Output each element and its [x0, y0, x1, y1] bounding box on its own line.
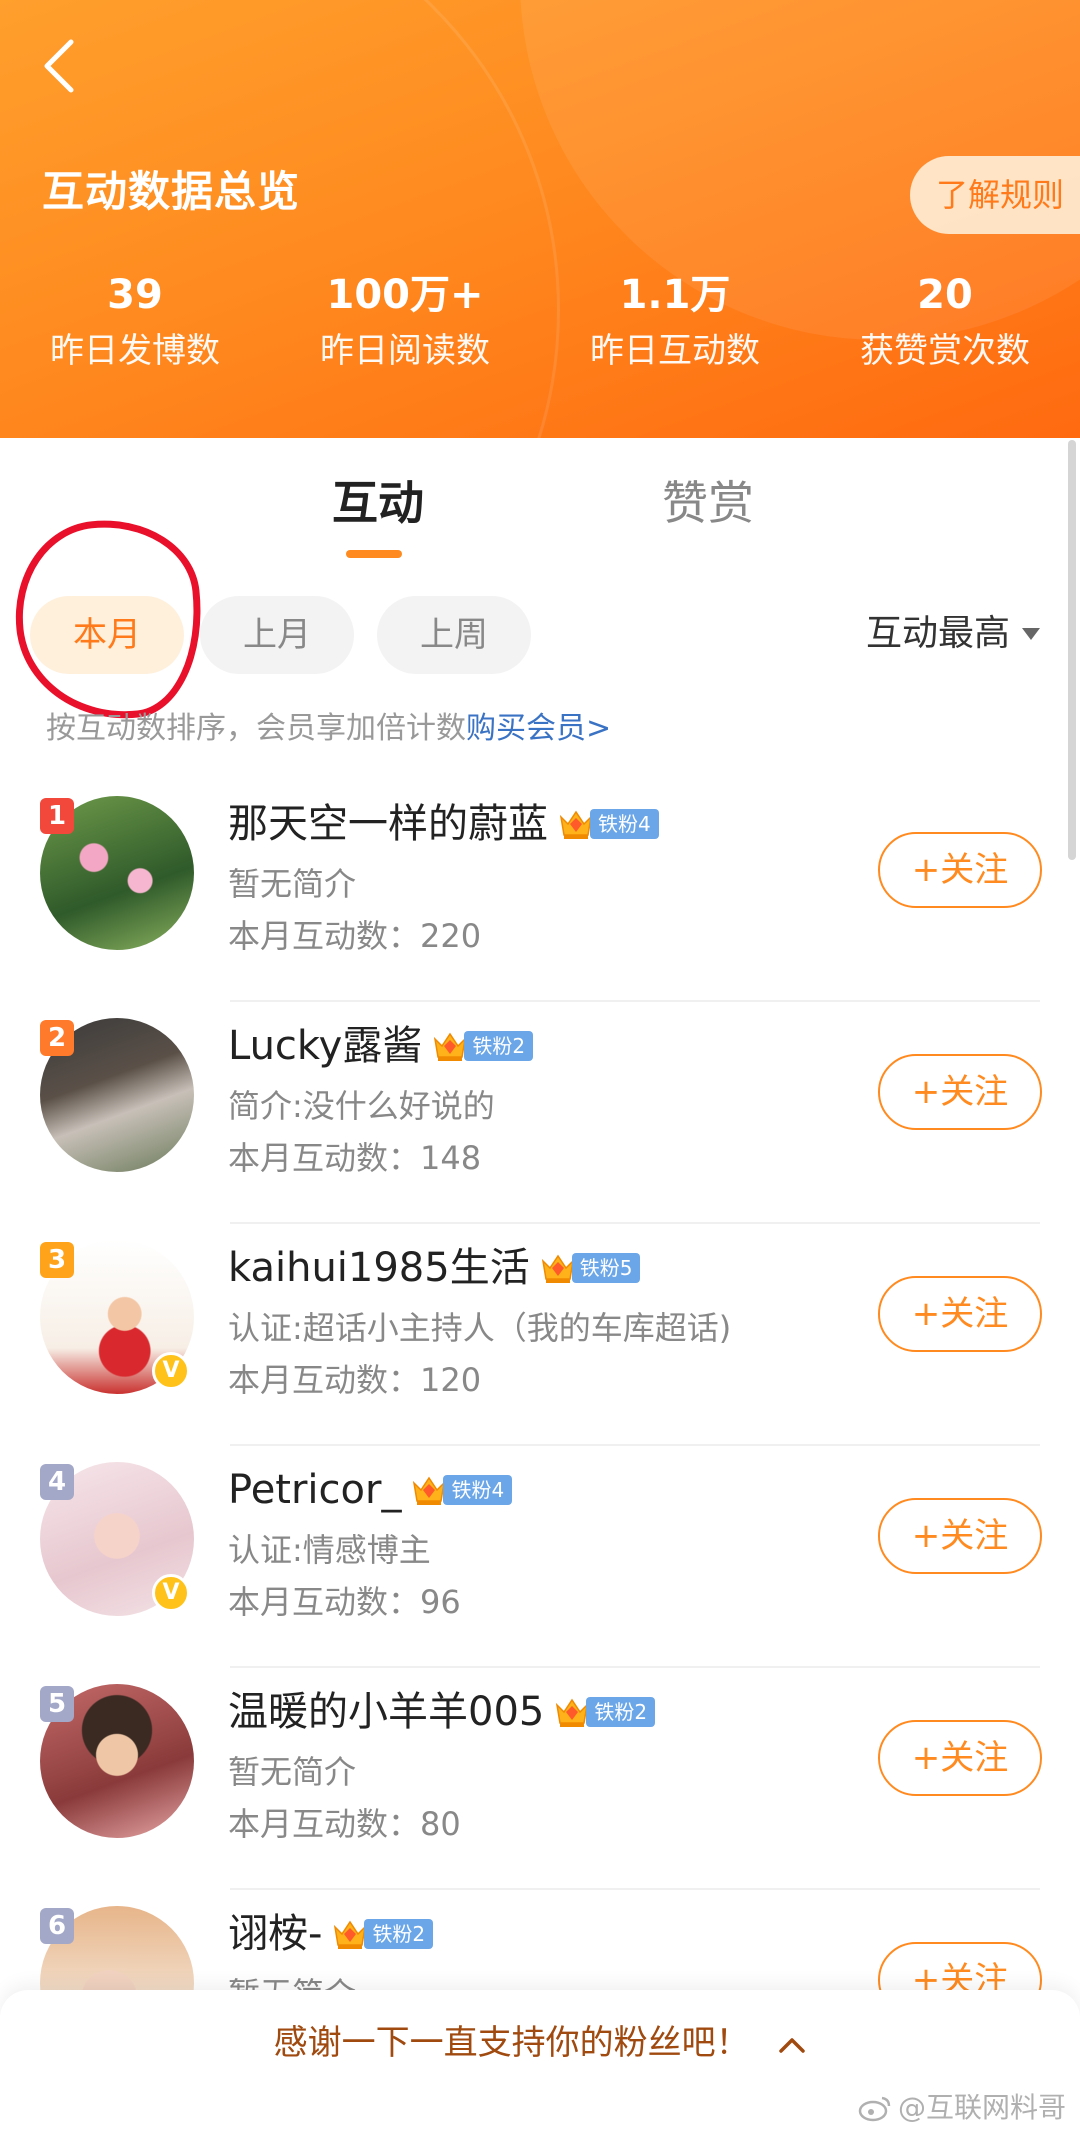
- rank-badge: 4: [40, 1464, 74, 1500]
- filter-last-week[interactable]: 上周: [377, 596, 531, 674]
- stat-value: 39: [107, 272, 163, 318]
- list-item[interactable]: 1 那天空一样的蔚蓝 铁粉4 暂无简介 本月互动数：220 +关注: [0, 780, 1080, 1002]
- follow-button[interactable]: +关注: [878, 1498, 1042, 1574]
- crown-icon: [434, 1032, 467, 1061]
- stat-label: 昨日阅读数: [320, 331, 490, 371]
- user-name[interactable]: 那天空一样的蔚蓝: [228, 794, 548, 854]
- fan-badge: 铁粉5: [540, 1251, 641, 1285]
- user-bio: 暂无简介: [228, 865, 357, 903]
- crown-icon: [413, 1476, 446, 1505]
- chevron-up-icon: [779, 2038, 806, 2053]
- user-bio: 认证:情感博主: [228, 1531, 431, 1569]
- name-line: Petricor_ 铁粉4: [228, 1460, 513, 1520]
- follow-button[interactable]: +关注: [878, 1720, 1042, 1796]
- stat-posts: 39 昨日发博数: [0, 270, 270, 376]
- thanks-text: 感谢一下一直支持你的粉丝吧！: [273, 2023, 750, 2063]
- sort-dropdown[interactable]: 互动最高: [866, 604, 1040, 664]
- follow-button[interactable]: +关注: [878, 1054, 1042, 1130]
- list-item[interactable]: 2 Lucky露酱 铁粉2 简介:没什么好说的 本月互动数：148 +关注: [0, 1002, 1080, 1224]
- stat-label: 昨日互动数: [590, 331, 760, 371]
- chevron-left-icon: [44, 39, 74, 93]
- crown-icon: [541, 1254, 574, 1283]
- rank-badge: 5: [40, 1686, 74, 1722]
- weibo-logo-icon: [858, 2096, 891, 2122]
- name-line: 温暖的小羊羊005 铁粉2: [228, 1682, 656, 1742]
- fan-level: 铁粉2: [586, 1697, 656, 1727]
- rank-badge: 2: [40, 1020, 74, 1056]
- triangle-down-icon: [1022, 628, 1040, 640]
- interaction-count: 本月互动数：120: [228, 1361, 482, 1399]
- crown-icon: [559, 810, 593, 839]
- follow-button[interactable]: +关注: [878, 832, 1042, 908]
- interaction-count: 本月互动数：220: [228, 917, 482, 955]
- user-name[interactable]: 温暖的小羊羊005: [228, 1682, 544, 1742]
- watermark-text: @互联网料哥: [897, 2091, 1066, 2124]
- stat-value: 100万+: [326, 272, 484, 318]
- tab-indicator: [346, 550, 402, 558]
- rank-badge: 3: [40, 1242, 74, 1278]
- interaction-count: 本月互动数：96: [228, 1583, 461, 1621]
- stat-label: 昨日发博数: [50, 331, 220, 371]
- follow-button[interactable]: +关注: [878, 1276, 1042, 1352]
- stat-label: 获赞赏次数: [860, 331, 1030, 371]
- fan-badge: 铁粉4: [411, 1473, 513, 1507]
- list-item[interactable]: 4 Petricor_ 铁粉4 认证:情感博主 本月互动数：96 +关注 V: [0, 1446, 1080, 1668]
- sort-label: 互动最高: [865, 613, 1010, 654]
- fan-level: 铁粉5: [571, 1253, 641, 1283]
- user-bio: 认证:超话小主持人（我的车库超话): [228, 1309, 732, 1347]
- tab-reward[interactable]: 赞赏: [662, 468, 754, 538]
- stats-row: 39 昨日发博数 100万+ 昨日阅读数 1.1万 昨日互动数 20 获赞赏次数: [0, 270, 1080, 376]
- fan-badge: 铁粉2: [332, 1917, 434, 1951]
- rules-button[interactable]: 了解规则: [910, 156, 1080, 234]
- user-name[interactable]: 诩桉-: [228, 1904, 322, 1964]
- name-line: 诩桉- 铁粉2: [228, 1904, 434, 1964]
- verified-icon: V: [152, 1352, 190, 1390]
- page-title: 互动数据总览: [42, 167, 301, 216]
- user-bio: 暂无简介: [228, 1753, 357, 1791]
- name-line: 那天空一样的蔚蓝 铁粉4: [228, 794, 659, 854]
- fan-badge: 铁粉2: [432, 1029, 534, 1063]
- watermark: @互联网料哥: [858, 2088, 1066, 2128]
- name-line: kaihui1985生活 铁粉5: [228, 1238, 641, 1298]
- rank-badge: 6: [40, 1908, 74, 1944]
- buy-membership-link[interactable]: 购买会员>: [466, 711, 611, 746]
- crown-icon: [334, 1920, 367, 1949]
- fan-level: 铁粉4: [590, 809, 659, 839]
- user-bio: 简介:没什么好说的: [228, 1087, 495, 1125]
- fan-level: 铁粉2: [464, 1031, 534, 1061]
- fan-list: 1 那天空一样的蔚蓝 铁粉4 暂无简介 本月互动数：220 +关注 2 Luck…: [0, 780, 1080, 2112]
- hint-text: 按互动数排序，会员享加倍计数: [46, 711, 466, 746]
- sort-hint: 按互动数排序，会员享加倍计数购买会员>: [46, 706, 611, 752]
- fan-level: 铁粉2: [364, 1919, 434, 1949]
- user-name[interactable]: Petricor_: [228, 1460, 401, 1520]
- list-item[interactable]: 3 kaihui1985生活 铁粉5 认证:超话小主持人（我的车库超话) 本月互…: [0, 1224, 1080, 1446]
- user-name[interactable]: kaihui1985生活: [228, 1238, 530, 1298]
- verified-icon: V: [152, 1574, 190, 1612]
- user-name[interactable]: Lucky露酱: [228, 1016, 422, 1076]
- bottom-bar: 感谢一下一直支持你的粉丝吧！ @互联网料哥: [0, 1990, 1080, 2136]
- back-button[interactable]: [28, 36, 88, 96]
- fan-badge: 铁粉4: [558, 807, 659, 841]
- fan-level: 铁粉4: [443, 1475, 513, 1505]
- filter-last-month[interactable]: 上月: [200, 596, 354, 674]
- stat-interactions: 1.1万 昨日互动数: [540, 270, 810, 376]
- header-banner: 互动数据总览 了解规则 39 昨日发博数 100万+ 昨日阅读数 1.1万 昨日…: [0, 0, 1080, 438]
- fan-badge: 铁粉2: [554, 1695, 656, 1729]
- interaction-count: 本月互动数：80: [228, 1805, 461, 1843]
- list-item[interactable]: 5 温暖的小羊羊005 铁粉2 暂无简介 本月互动数：80 +关注: [0, 1668, 1080, 1890]
- stat-value: 20: [917, 272, 973, 318]
- interaction-count: 本月互动数：148: [228, 1139, 482, 1177]
- rank-badge: 1: [40, 798, 74, 834]
- name-line: Lucky露酱 铁粉2: [228, 1016, 534, 1076]
- thank-fans-button[interactable]: 感谢一下一直支持你的粉丝吧！: [0, 2018, 1080, 2068]
- crown-icon: [556, 1698, 589, 1727]
- stat-reads: 100万+ 昨日阅读数: [270, 270, 540, 376]
- stat-rewards: 20 获赞赏次数: [810, 270, 1080, 376]
- tab-interaction[interactable]: 互动: [332, 468, 424, 538]
- stat-value: 1.1万: [619, 272, 731, 318]
